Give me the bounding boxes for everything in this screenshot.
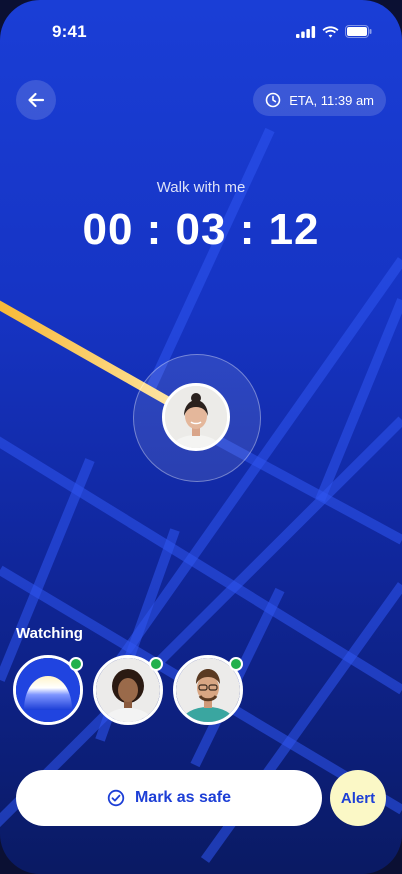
- alert-label: Alert: [340, 789, 376, 807]
- status-bar: 9:41: [0, 0, 402, 60]
- back-button[interactable]: [16, 80, 56, 120]
- mark-as-safe-button[interactable]: Mark as safe: [16, 770, 322, 826]
- online-indicator: [69, 657, 83, 671]
- online-indicator: [149, 657, 163, 671]
- session-timer: 00 : 03 : 12: [82, 205, 320, 254]
- online-indicator: [229, 657, 243, 671]
- wifi-icon: [322, 25, 339, 38]
- map-street: [145, 127, 275, 393]
- map-street: [0, 458, 95, 682]
- watcher-avatar[interactable]: [173, 655, 243, 725]
- alert-button[interactable]: Alert: [330, 770, 386, 826]
- eta-text: ETA, 11:39 am: [289, 92, 374, 108]
- status-time: 9:41: [52, 22, 87, 41]
- arrow-left-icon: [28, 92, 45, 108]
- mark-as-safe-label: Mark as safe: [134, 789, 232, 806]
- person-photo: [165, 386, 227, 448]
- watcher-avatar[interactable]: [13, 655, 83, 725]
- watcher-avatar[interactable]: [93, 655, 163, 725]
- bottom-actions: Mark as safe Alert: [16, 770, 386, 826]
- my-avatar[interactable]: [162, 383, 230, 451]
- clock-icon: [265, 92, 281, 108]
- cellular-signal-icon: [296, 25, 316, 38]
- battery-icon: [345, 25, 372, 38]
- check-circle-icon: [107, 789, 125, 807]
- watching-label: Watching: [16, 625, 83, 642]
- watchers-list: [13, 655, 243, 725]
- session-title: Walk with me: [156, 179, 246, 196]
- walk-with-me-screen: 9:41 ETA, 11:39 am Walk with me 00: 03 …: [0, 0, 402, 874]
- eta-badge[interactable]: ETA, 11:39 am: [253, 84, 386, 116]
- map-street: [315, 298, 402, 502]
- status-icons: [296, 25, 372, 38]
